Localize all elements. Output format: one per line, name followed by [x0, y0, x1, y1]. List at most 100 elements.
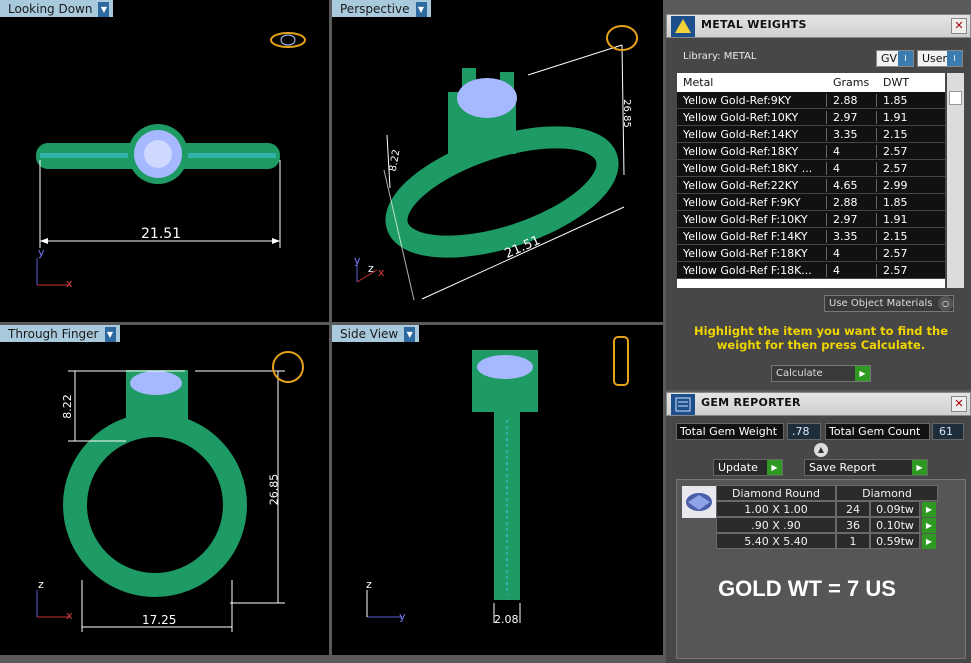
axis-y-label: y — [38, 246, 45, 259]
play-icon: ▶ — [912, 460, 927, 475]
use-object-materials-toggle[interactable]: Use Object Materials ○ — [824, 295, 954, 312]
collapse-icon[interactable]: ▲ — [814, 443, 828, 457]
metal-dwt: 1.85 — [883, 195, 908, 209]
table-row[interactable]: Yellow Gold-Ref F:18KY 4 2.57 — [677, 245, 945, 262]
total-gem-count-value: 61 — [932, 423, 964, 440]
viewport-label-text: Perspective — [340, 2, 410, 16]
metal-grams: 4 — [827, 161, 877, 175]
close-icon[interactable]: ✕ — [951, 18, 967, 34]
dimension-height: 26.85 — [267, 473, 281, 506]
metal-dwt: 2.57 — [883, 246, 908, 260]
metal-dwt: 2.15 — [883, 127, 908, 141]
metal-instruction: Highlight the item you want to find the … — [694, 324, 948, 352]
metal-grams: 2.97 — [827, 110, 877, 124]
gem-row-play-icon[interactable]: ▶ — [922, 534, 936, 549]
update-button[interactable]: Update ▶ — [713, 459, 783, 476]
viewport-perspective[interactable]: Perspective ▼ 21.51 26.85 8.22 y z x — [332, 0, 663, 322]
axis-y-label: y — [354, 254, 361, 267]
gem-reporter-title: GEM REPORTER — [701, 396, 801, 409]
metal-name: Yellow Gold-Ref F:18KY — [677, 246, 827, 260]
gem-weight: 0.10tw — [870, 517, 920, 533]
gem-reporter-titlebar[interactable]: GEM REPORTER ✕ — [666, 392, 971, 416]
gv-toggle-label: GV — [881, 52, 898, 65]
save-report-label: Save Report — [809, 461, 876, 474]
viewport-looking-down[interactable]: Looking Down ▼ 21.51 y x — [0, 0, 329, 322]
table-row[interactable]: Yellow Gold-Ref:18KY 4 2.57 — [677, 143, 945, 160]
side-view-drawing — [366, 336, 629, 623]
table-row[interactable]: Yellow Gold-Ref F:14KY 3.35 2.15 — [677, 228, 945, 245]
update-label: Update — [718, 461, 758, 474]
dropdown-arrow-icon[interactable]: ▼ — [415, 1, 427, 17]
viewport-through-finger[interactable]: Through Finger ▼ 17.25 26.85 8.22 z x — [0, 325, 329, 655]
table-row[interactable]: Yellow Gold-Ref F:18K... 4 2.57 — [677, 262, 945, 279]
metal-name: Yellow Gold-Ref:14KY — [677, 127, 827, 141]
axis-z-label: z — [366, 578, 372, 591]
viewport-label[interactable]: Through Finger ▼ — [0, 325, 120, 342]
metal-grams: 2.88 — [827, 195, 877, 209]
dropdown-arrow-icon[interactable]: ▼ — [98, 1, 110, 17]
metal-name: Yellow Gold-Ref F:9KY — [677, 195, 827, 209]
user-toggle[interactable]: User I — [917, 50, 963, 67]
axis-x-label: x — [66, 609, 73, 622]
metal-name: Yellow Gold-Ref:9KY — [677, 93, 827, 107]
looking-down-drawing — [36, 32, 306, 286]
metal-weights-titlebar[interactable]: METAL WEIGHTS ✕ — [666, 14, 971, 38]
metal-dwt: 2.99 — [883, 178, 908, 192]
user-toggle-label: User — [922, 52, 948, 65]
viewport-side-view[interactable]: Side View ▼ 2.08 z y — [332, 325, 663, 655]
metal-table[interactable]: Metal Grams DWT Yellow Gold-Ref:9KY 2.88 1… — [677, 73, 945, 288]
metal-table-scrollbar[interactable] — [947, 73, 964, 288]
metal-grams: 4.65 — [827, 178, 877, 192]
metal-dwt: 2.57 — [883, 144, 908, 158]
dimension-width: 21.51 — [141, 226, 182, 242]
table-row[interactable]: Yellow Gold-Ref:10KY 2.97 1.91 — [677, 109, 945, 126]
metal-name: Yellow Gold-Ref:10KY — [677, 110, 827, 124]
gem-weight: 0.09tw — [870, 501, 920, 517]
gem-row-play-icon[interactable]: ▶ — [922, 518, 936, 533]
calculate-button[interactable]: Calculate ▶ — [771, 365, 871, 382]
dimension-width: 17.25 — [142, 613, 177, 627]
viewport-label-text: Side View — [340, 327, 399, 341]
axis-z-label: z — [38, 578, 44, 591]
table-row[interactable]: Yellow Gold-Ref:22KY 4.65 2.99 — [677, 177, 945, 194]
viewport-label[interactable]: Perspective ▼ — [332, 0, 431, 17]
total-gem-count-label: Total Gem Count — [825, 423, 930, 440]
metal-name: Yellow Gold-Ref F:18K... — [677, 263, 827, 277]
axis-x-label: x — [66, 277, 73, 290]
column-header-metal: Metal — [683, 76, 714, 89]
viewport-label[interactable]: Looking Down ▼ — [0, 0, 114, 17]
table-row[interactable]: Yellow Gold-Ref:18KY ... 4 2.57 — [677, 160, 945, 177]
close-icon[interactable]: ✕ — [951, 396, 967, 412]
metal-dwt: 2.15 — [883, 229, 908, 243]
dropdown-arrow-icon[interactable]: ▼ — [104, 326, 116, 342]
metal-name: Yellow Gold-Ref:18KY — [677, 144, 827, 158]
table-row[interactable]: Yellow Gold-Ref F:9KY 2.88 1.85 — [677, 194, 945, 211]
use-object-materials-label: Use Object Materials — [829, 298, 933, 309]
gem-count: 24 — [836, 501, 870, 517]
metal-weights-title: METAL WEIGHTS — [701, 18, 807, 31]
dimension-width: 2.08 — [494, 613, 519, 626]
metal-grams: 2.97 — [827, 212, 877, 226]
gem-size: 1.00 X 1.00 — [716, 501, 836, 517]
metal-dwt: 1.91 — [883, 110, 908, 124]
dropdown-arrow-icon[interactable]: ▼ — [404, 326, 416, 342]
table-row[interactable]: Yellow Gold-Ref:9KY 2.88 1.85 — [677, 92, 945, 109]
total-gem-weight-label: Total Gem Weight — [676, 423, 784, 440]
gv-toggle[interactable]: GV I — [876, 50, 914, 67]
scrollbar-thumb[interactable] — [949, 91, 962, 105]
axis-z-label: z — [368, 262, 374, 275]
table-row[interactable]: Yellow Gold-Ref:14KY 3.35 2.15 — [677, 126, 945, 143]
radio-icon: ○ — [938, 296, 953, 311]
gem-row-play-icon[interactable]: ▶ — [922, 502, 936, 517]
metal-dwt: 1.91 — [883, 212, 908, 226]
viewport-label[interactable]: Side View ▼ — [332, 325, 420, 342]
gem-weight: 0.59tw — [870, 533, 920, 549]
table-row[interactable]: Yellow Gold-Ref F:10KY 2.97 1.91 — [677, 211, 945, 228]
metal-name: Yellow Gold-Ref:18KY ... — [677, 161, 827, 175]
metal-name: Yellow Gold-Ref F:14KY — [677, 229, 827, 243]
metal-name: Yellow Gold-Ref:22KY — [677, 178, 827, 192]
metal-grams: 4 — [827, 246, 877, 260]
metal-grams: 3.35 — [827, 127, 877, 141]
metal-table-header: Metal Grams DWT — [677, 73, 945, 92]
save-report-button[interactable]: Save Report ▶ — [804, 459, 928, 476]
